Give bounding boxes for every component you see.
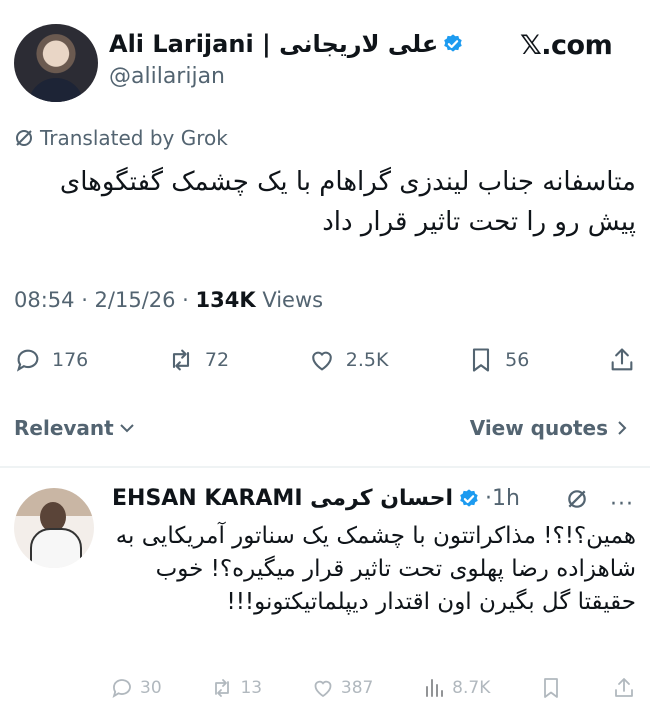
tweet-text: متاسفانه جناب لیندزی گراهام با یک چشمک گ…	[59, 167, 636, 237]
reply-avatar[interactable]	[14, 488, 94, 568]
views-count: 134K	[195, 288, 256, 312]
more-options-icon[interactable]: ···	[610, 492, 634, 517]
bookmark-icon	[473, 348, 490, 372]
grok-icon[interactable]	[566, 488, 588, 510]
reply-actions: 30 13 387 8.7K	[110, 676, 636, 700]
tweet-timestamp[interactable]: 08:54 · 2/15/26 ·	[14, 288, 196, 312]
chevron-right-icon	[618, 421, 627, 435]
like-count: 2.5K	[345, 349, 389, 371]
reply-like-count: 387	[340, 678, 374, 698]
translated-label: Translated by Grok	[40, 126, 228, 150]
bookmark-count: 56	[505, 349, 530, 371]
reply-repost-button[interactable]: 13	[210, 676, 262, 700]
repost-button[interactable]: 72	[167, 346, 229, 374]
author-handle[interactable]: @alilarijan	[109, 64, 225, 89]
reply-count: 176	[52, 349, 89, 371]
share-icon	[611, 348, 633, 371]
repost-icon	[172, 349, 189, 371]
like-button[interactable]: 2.5K	[308, 346, 389, 374]
chevron-down-icon	[120, 424, 134, 433]
view-quotes-link[interactable]: View quotes	[470, 416, 630, 440]
reply-text: همین؟!؟! مذاکراتتون با چشمک یک سناتور آم…	[115, 523, 636, 615]
heart-icon	[314, 680, 332, 698]
reply-like-button[interactable]: 387	[311, 676, 373, 700]
reply-views-count: 8.7K	[452, 678, 491, 698]
reply-views-button[interactable]: 8.7K	[422, 676, 490, 700]
views-label: Views	[255, 288, 324, 312]
reply-icon	[16, 349, 39, 372]
translation-note: Translated by Grok	[14, 126, 228, 150]
reply-author-name[interactable]: EHSAN KARAMI احسان کرمی	[112, 486, 453, 511]
relevant-label: Relevant	[14, 416, 114, 440]
reply-reply-count: 30	[140, 678, 162, 698]
reply-icon	[112, 679, 131, 698]
grok-icon	[16, 130, 32, 146]
tweet-actions: 176 72 2.5K 56	[14, 340, 636, 380]
reply-repost-count: 13	[240, 678, 263, 698]
reply-time[interactable]: ·1h	[485, 486, 520, 511]
author-avatar[interactable]	[14, 24, 98, 102]
bookmark-button[interactable]: 56	[467, 346, 529, 374]
share-icon	[615, 678, 633, 697]
views-chart-icon	[426, 679, 444, 697]
sort-relevant-dropdown[interactable]: Relevant	[14, 416, 136, 440]
reply-share-button[interactable]	[612, 676, 636, 700]
verified-badge-icon	[460, 488, 478, 507]
bookmark-icon	[544, 678, 559, 698]
view-quotes-label: View quotes	[469, 416, 608, 440]
reply-button[interactable]: 176	[14, 346, 88, 374]
reply-bookmark-button[interactable]	[539, 676, 563, 700]
author-name-row[interactable]: Ali Larijani | علی لاریجانی	[109, 30, 464, 58]
repost-count: 72	[204, 349, 230, 371]
author-name[interactable]: Ali Larijani | علی لاریجانی	[109, 30, 438, 58]
reply-header: EHSAN KARAMI احسان کرمی ·1h	[112, 486, 520, 511]
verified-badge-icon	[444, 34, 463, 52]
share-button[interactable]	[608, 346, 636, 374]
tweet-meta: 08:54 · 2/15/26 · 134K Views	[14, 288, 323, 312]
heart-icon	[311, 351, 332, 371]
repost-icon	[215, 679, 230, 697]
x-logo: 𝕏.com	[520, 30, 613, 61]
divider	[0, 466, 650, 468]
reply-reply-button[interactable]: 30	[110, 676, 162, 700]
